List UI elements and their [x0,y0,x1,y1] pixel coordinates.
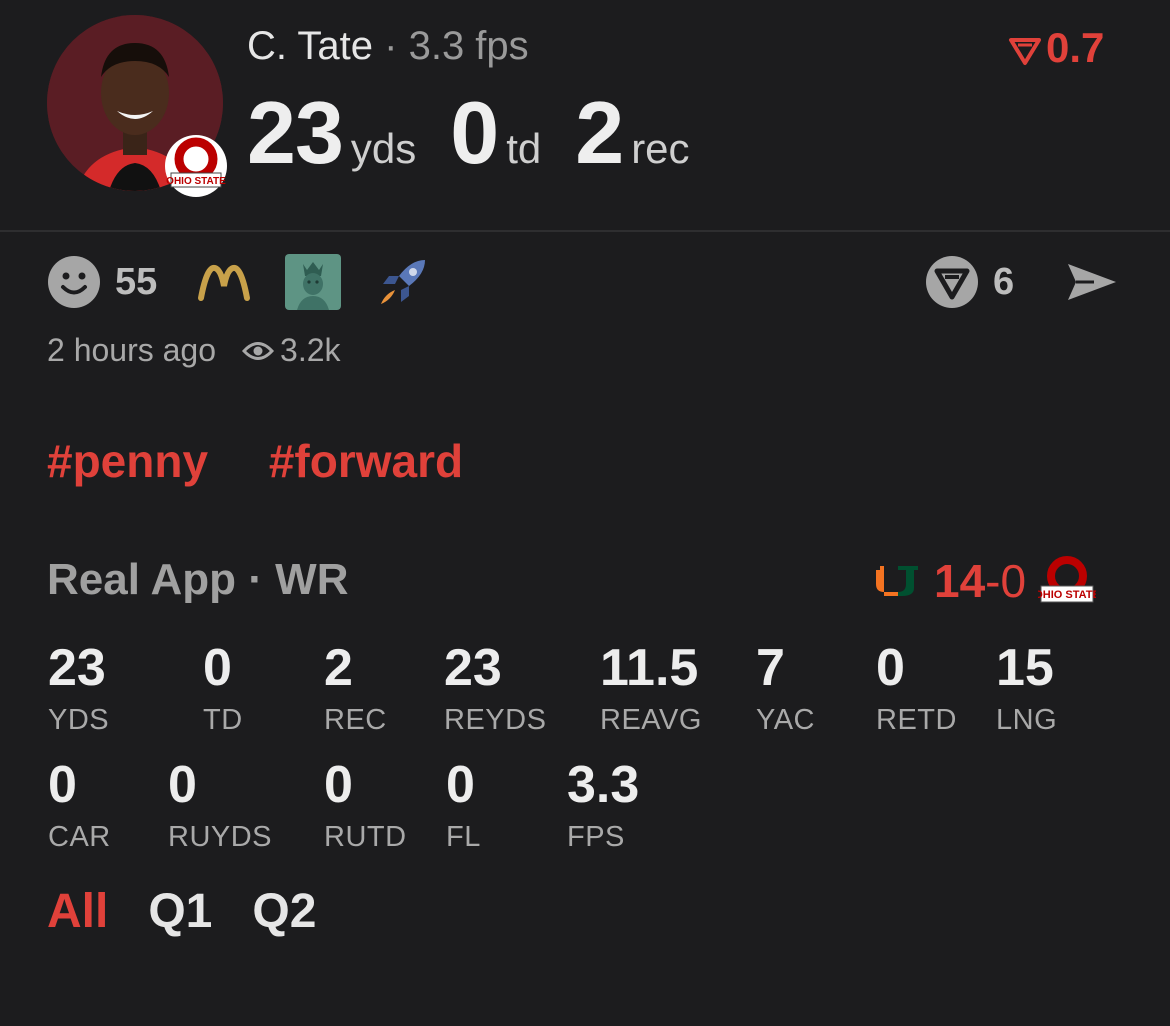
stat-car: 0 CAR [48,759,111,854]
away-logo-text: OHIO STATE [1038,589,1096,601]
stat-yds: 23 YDS [48,642,109,737]
stat-reyds: 23 REYDS [444,642,546,737]
reaction-count: 55 [115,260,158,303]
period-tabs: All Q1 Q2 [47,884,356,939]
td-unit: td [506,125,542,172]
score-dash: - [985,555,1001,607]
rating-value: 0.7 [1046,24,1105,71]
stat-label: RUYDS [168,821,273,853]
eye-icon [242,341,275,360]
team-logo-badge: OHIO STATE [163,133,229,199]
stat-ruyds: 0 RUYDS [168,759,272,854]
stat-label: CAR [48,821,111,853]
stat-value: 0 [876,639,905,697]
stat-label: TD [203,704,243,736]
game-score[interactable]: 14-0 OHIO STATE [862,552,1096,610]
ohio-state-logo-icon: OHIO STATE [1038,556,1096,603]
share-send-icon[interactable] [1064,258,1120,306]
stat-value: 0 [203,639,232,697]
stat-label: REAVG [600,704,702,736]
stat-label: LNG [996,704,1058,736]
stat-value: 0 [48,756,77,814]
stat-value: 0 [168,756,197,814]
stat-label: YAC [756,704,815,736]
yds-value: 23 [247,83,344,182]
stat-value: 15 [996,639,1054,697]
stat-value: 11.5 [600,639,699,697]
stat-fl: 0 FL [446,759,481,854]
stat-retd: 0 RETD [876,642,957,737]
fps-label: 3.3 fps [408,24,529,68]
stat-yac: 7 YAC [756,642,815,737]
team-logo-text: OHIO STATE [166,176,226,187]
yds-unit: yds [350,125,417,172]
stat-value: 3.3 [567,756,640,814]
stat-fps: 3.3 FPS [567,759,639,854]
view-count: 3.2k [242,332,341,369]
stat-value: 2 [324,639,353,697]
rating-score[interactable]: 0.7 [1008,24,1104,72]
stat-rutd: 0 RUTD [324,759,407,854]
smile-icon[interactable] [47,255,101,309]
player-name[interactable]: C. Tate [247,24,373,68]
stat-label: FL [446,821,481,853]
views-value: 3.2k [280,332,341,368]
tab-all[interactable]: All [47,884,108,939]
stat-value: 23 [48,639,106,697]
stat-lng: 15 LNG [996,642,1057,737]
hashtag-penny[interactable]: #penny [47,435,208,487]
divider [0,230,1170,232]
tab-q1[interactable]: Q1 [148,884,212,939]
tab-q2[interactable]: Q2 [252,884,316,939]
stat-label: YDS [48,704,110,736]
time-ago: 2 hours ago [47,332,217,368]
away-score: 0 [1000,555,1027,607]
ohio-state-logo-icon: OHIO STATE [165,135,227,197]
home-score: 14 [934,555,986,607]
stat-value: 23 [444,639,502,697]
rec-unit: rec [631,125,690,172]
stat-label: REYDS [444,704,547,736]
stat-value: 7 [756,639,785,697]
td-value: 0 [450,83,499,182]
player-name-line: C. Tate · 3.3 fps [247,24,529,69]
vote-count: 6 [993,260,1015,303]
rec-value: 2 [575,83,624,182]
stat-label: RUTD [324,821,407,853]
post-actions: 6 [925,253,1120,311]
stat-value: 0 [446,756,475,814]
stat-value: 0 [324,756,353,814]
stat-td: 0 TD [203,642,243,737]
reaction-bar: 55 [47,253,465,311]
vote-icon[interactable] [925,255,979,309]
statue-of-liberty-icon[interactable] [285,254,342,310]
hashtag-list: #penny #forward [47,434,511,488]
stat-label: REC [324,704,387,736]
stat-reavg: 11.5 REAVG [600,642,702,737]
stat-label: RETD [876,704,957,736]
m-logo-icon[interactable] [197,262,251,302]
separator: · [384,24,398,68]
rocket-icon[interactable] [375,254,431,310]
miami-u-logo-icon [864,566,918,596]
real-logo-icon [1009,37,1041,65]
post-meta: 2 hours ago 3.2k [47,332,341,369]
hashtag-forward[interactable]: #forward [269,435,463,487]
headline-stats: 23 yds 0 td 2 rec [247,82,724,184]
stat-rec: 2 REC [324,642,387,737]
stat-label: FPS [567,821,625,853]
game-title: Real App · WR [47,555,349,604]
